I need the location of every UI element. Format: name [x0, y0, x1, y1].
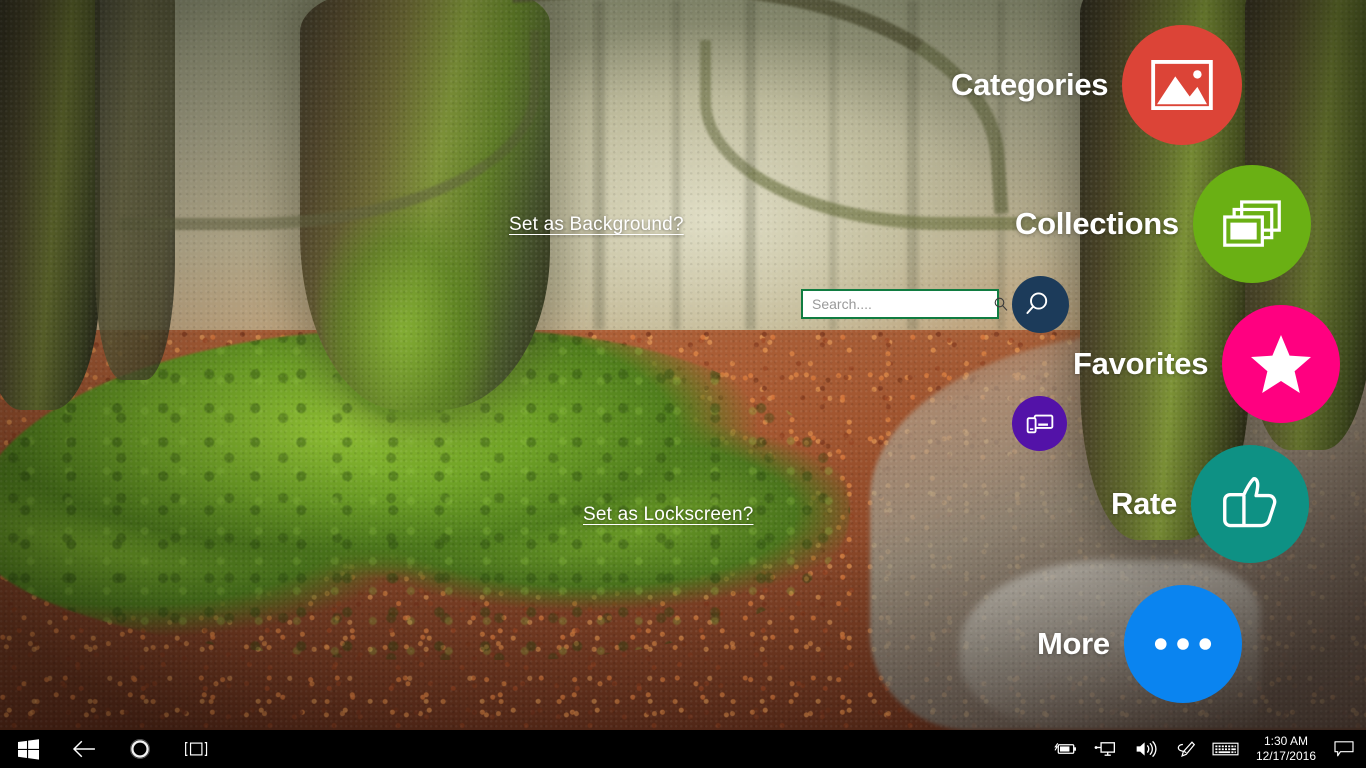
action-center-button[interactable]	[1326, 730, 1362, 768]
tile-favorites[interactable]: Favorites	[1073, 305, 1340, 423]
taskbar: 1:30 AM 12/17/2016	[0, 730, 1366, 768]
task-view-button[interactable]	[168, 730, 224, 768]
tile-more-label: More	[1037, 626, 1110, 662]
cortana-circle-icon	[129, 738, 151, 760]
back-button[interactable]	[56, 730, 112, 768]
windows-logo-icon	[18, 739, 39, 760]
back-arrow-icon	[71, 739, 97, 759]
system-tray: 1:30 AM 12/17/2016	[1046, 730, 1366, 768]
clock-time: 1:30 AM	[1264, 734, 1308, 749]
search-icon	[1025, 289, 1057, 321]
pen-icon[interactable]	[1166, 730, 1206, 768]
devices-button[interactable]	[1012, 396, 1067, 451]
search-input[interactable]	[812, 296, 993, 312]
network-icon[interactable]	[1086, 730, 1126, 768]
set-as-background-link[interactable]: Set as Background?	[509, 214, 684, 236]
speech-bubble-icon	[1334, 740, 1354, 758]
keyboard-icon[interactable]	[1206, 730, 1246, 768]
search-box[interactable]	[801, 289, 999, 319]
clock-date: 12/17/2016	[1256, 749, 1316, 764]
tile-more[interactable]: More	[1037, 585, 1242, 703]
tile-collections-label: Collections	[1015, 206, 1179, 242]
desktop-app-window: Set as Background? Set as Lockscreen?	[0, 0, 1366, 768]
image-icon	[1151, 60, 1213, 110]
search-icon	[993, 296, 1009, 312]
tile-more-circle[interactable]	[1124, 585, 1242, 703]
cortana-button[interactable]	[112, 730, 168, 768]
search-button[interactable]	[1012, 276, 1069, 333]
tile-categories[interactable]: Categories	[951, 25, 1242, 145]
tile-rate[interactable]: Rate	[1111, 445, 1309, 563]
tile-rate-circle[interactable]	[1191, 445, 1309, 563]
taskbar-left-buttons	[0, 730, 224, 768]
search-field-container	[801, 289, 999, 319]
collections-icon	[1221, 198, 1283, 251]
ellipsis-icon	[1153, 636, 1213, 652]
start-button[interactable]	[0, 730, 56, 768]
set-as-lockscreen-link[interactable]: Set as Lockscreen?	[583, 504, 753, 526]
volume-icon[interactable]	[1126, 730, 1166, 768]
tile-collections[interactable]: Collections	[1015, 165, 1311, 283]
task-view-icon	[183, 739, 209, 759]
battery-icon[interactable]	[1046, 730, 1086, 768]
tile-favorites-circle[interactable]	[1222, 305, 1340, 423]
devices-icon	[1025, 411, 1055, 436]
tile-collections-circle[interactable]	[1193, 165, 1311, 283]
wallpaper-app-overlay: Set as Background? Set as Lockscreen?	[0, 0, 1366, 730]
clock[interactable]: 1:30 AM 12/17/2016	[1246, 730, 1326, 768]
tile-rate-label: Rate	[1111, 486, 1177, 522]
tile-categories-circle[interactable]	[1122, 25, 1242, 145]
tile-favorites-label: Favorites	[1073, 346, 1208, 382]
tile-categories-label: Categories	[951, 67, 1108, 103]
thumbs-up-icon	[1219, 475, 1281, 533]
star-icon	[1249, 333, 1313, 395]
